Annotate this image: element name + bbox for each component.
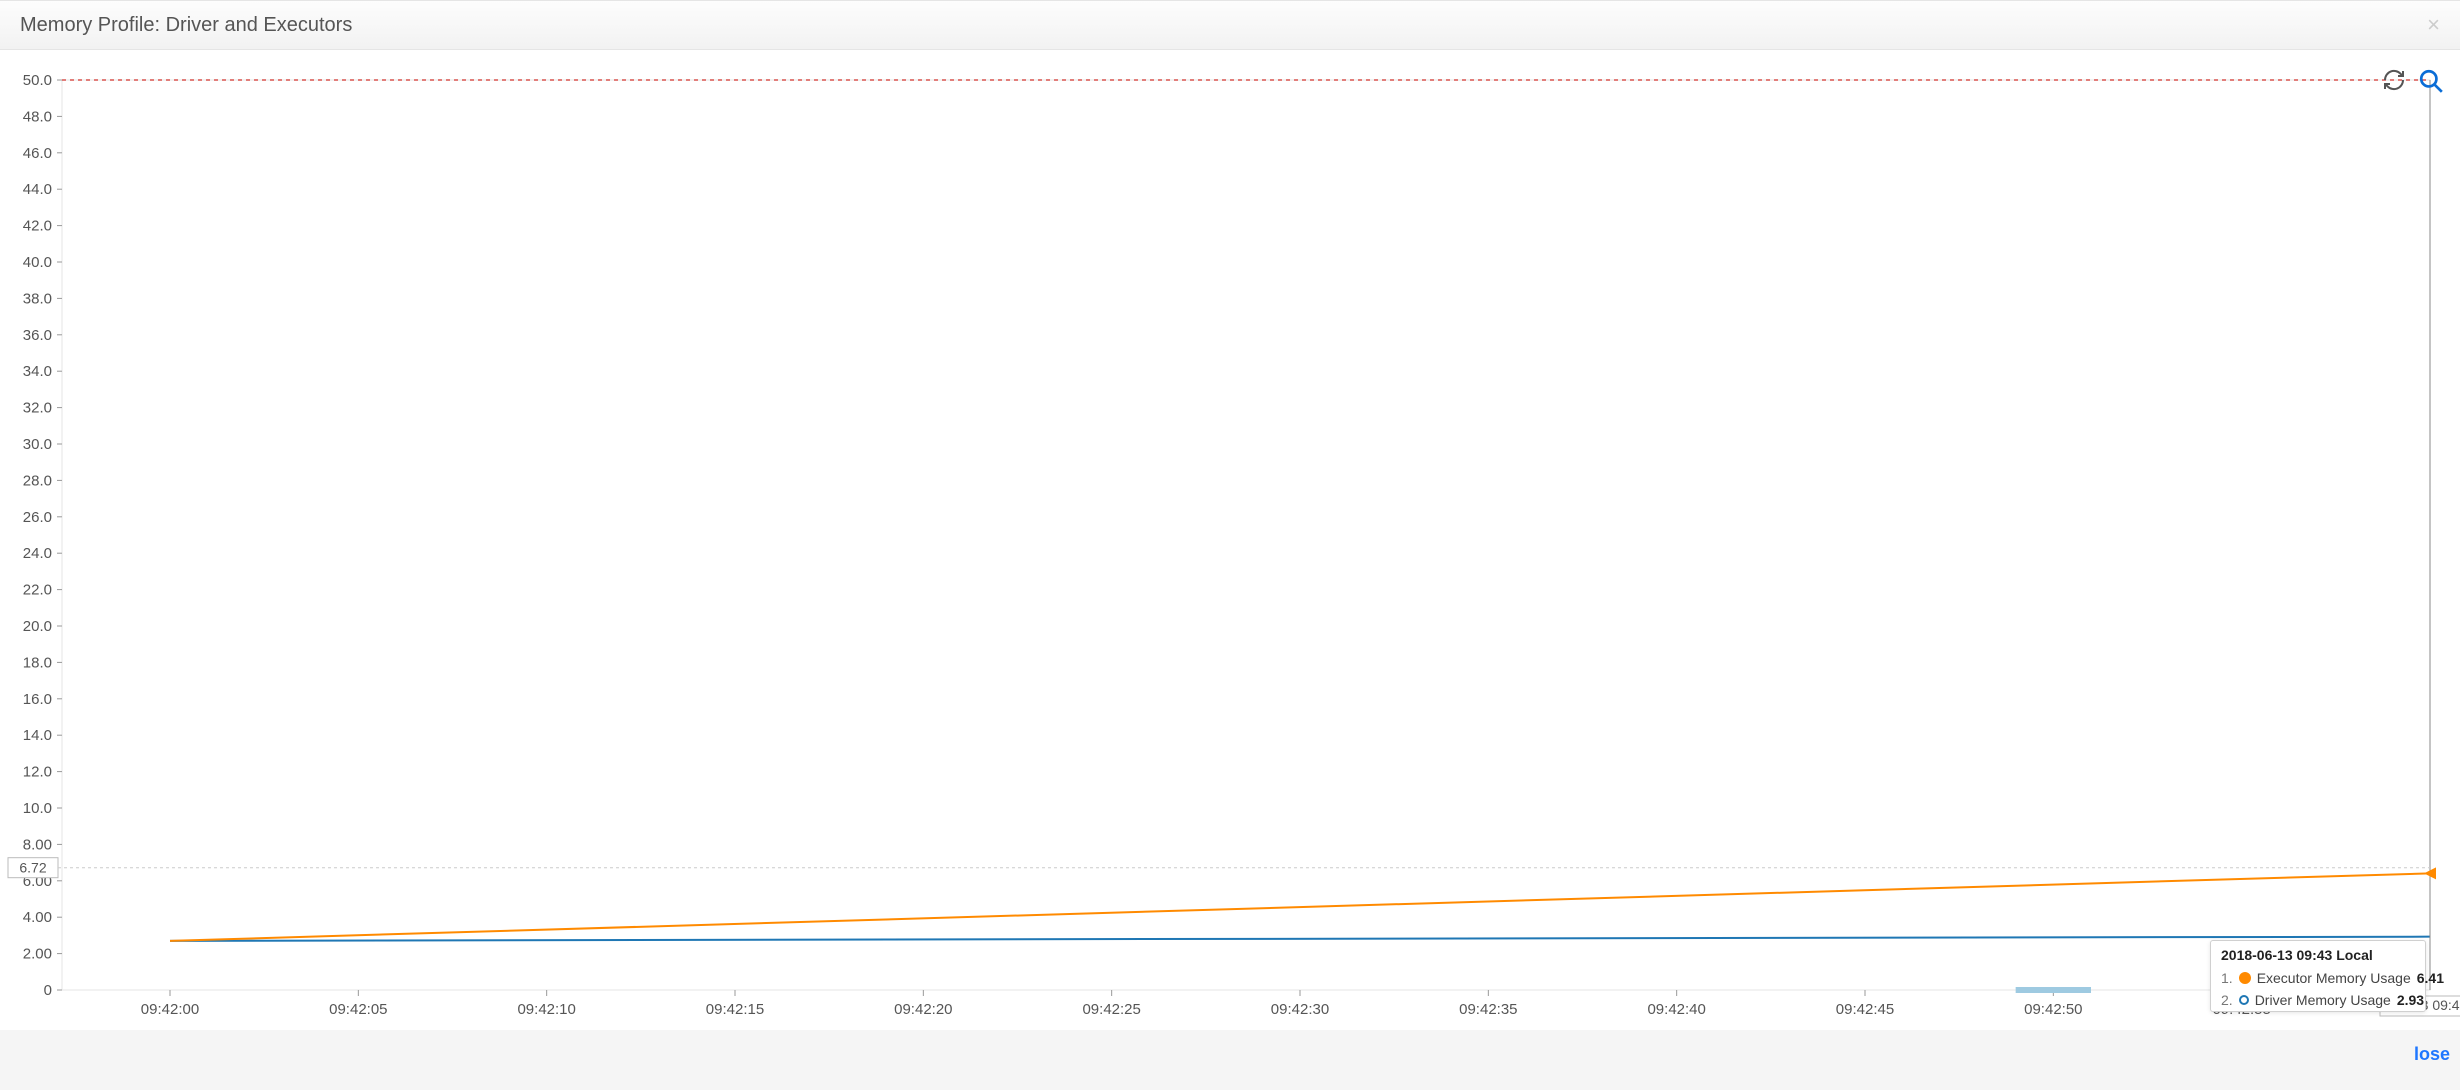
tooltip-row: 2.Driver Memory Usage2.93 [2211, 989, 2425, 1011]
svg-text:40.0: 40.0 [23, 254, 52, 271]
svg-text:30.0: 30.0 [23, 436, 52, 453]
panel-title: Memory Profile: Driver and Executors [20, 14, 352, 37]
svg-text:26.0: 26.0 [23, 509, 52, 526]
tooltip-row: 1.Executor Memory Usage6.41 [2211, 967, 2425, 989]
svg-text:09:42:35: 09:42:35 [1459, 1001, 1517, 1018]
close-icon[interactable]: × [2427, 12, 2440, 38]
zoom-icon[interactable] [2418, 68, 2444, 94]
close-link[interactable]: lose [2414, 1044, 2450, 1065]
svg-text:34.0: 34.0 [23, 363, 52, 380]
chart-area[interactable]: 02.004.006.008.0010.012.014.016.018.020.… [0, 50, 2460, 1030]
svg-text:24.0: 24.0 [23, 545, 52, 562]
panel-footer: lose [0, 1030, 2460, 1090]
svg-text:6.72: 6.72 [19, 860, 46, 876]
svg-text:18.0: 18.0 [23, 654, 52, 671]
svg-text:09:42:30: 09:42:30 [1271, 1001, 1329, 1018]
svg-text:20.0: 20.0 [23, 618, 52, 635]
svg-text:09:42:50: 09:42:50 [2024, 1001, 2082, 1018]
refresh-icon[interactable] [2382, 68, 2406, 94]
svg-text:09:42:20: 09:42:20 [894, 1001, 952, 1018]
svg-text:50.0: 50.0 [23, 72, 52, 89]
svg-text:4.00: 4.00 [23, 909, 52, 926]
panel-header: Memory Profile: Driver and Executors × [0, 0, 2460, 50]
chart-toolbar [2382, 68, 2444, 94]
svg-text:09:42:05: 09:42:05 [329, 1001, 387, 1018]
memory-profile-panel: Memory Profile: Driver and Executors × 0… [0, 0, 2460, 1090]
svg-text:16.0: 16.0 [23, 691, 52, 708]
svg-text:8.00: 8.00 [23, 836, 52, 853]
svg-text:10.0: 10.0 [23, 800, 52, 817]
svg-text:09:42:45: 09:42:45 [1836, 1001, 1894, 1018]
svg-text:09:42:40: 09:42:40 [1647, 1001, 1705, 1018]
tooltip-timestamp: 2018-06-13 09:43 Local [2211, 941, 2425, 967]
svg-text:0: 0 [44, 982, 52, 999]
hover-tooltip: 2018-06-13 09:43 Local 1.Executor Memory… [2210, 940, 2426, 1012]
chart-svg: 02.004.006.008.0010.012.014.016.018.020.… [0, 50, 2460, 1030]
svg-text:36.0: 36.0 [23, 327, 52, 344]
svg-text:38.0: 38.0 [23, 290, 52, 307]
svg-text:32.0: 32.0 [23, 400, 52, 417]
svg-text:09:42:10: 09:42:10 [517, 1001, 575, 1018]
svg-text:28.0: 28.0 [23, 472, 52, 489]
svg-text:48.0: 48.0 [23, 108, 52, 125]
svg-text:09:42:25: 09:42:25 [1082, 1001, 1140, 1018]
svg-text:09:42:00: 09:42:00 [141, 1001, 199, 1018]
svg-text:46.0: 46.0 [23, 145, 52, 162]
svg-text:2.00: 2.00 [23, 946, 52, 963]
svg-text:44.0: 44.0 [23, 181, 52, 198]
svg-text:09:42:15: 09:42:15 [706, 1001, 764, 1018]
svg-text:14.0: 14.0 [23, 727, 52, 744]
svg-text:22.0: 22.0 [23, 582, 52, 599]
svg-text:42.0: 42.0 [23, 218, 52, 235]
svg-text:12.0: 12.0 [23, 764, 52, 781]
